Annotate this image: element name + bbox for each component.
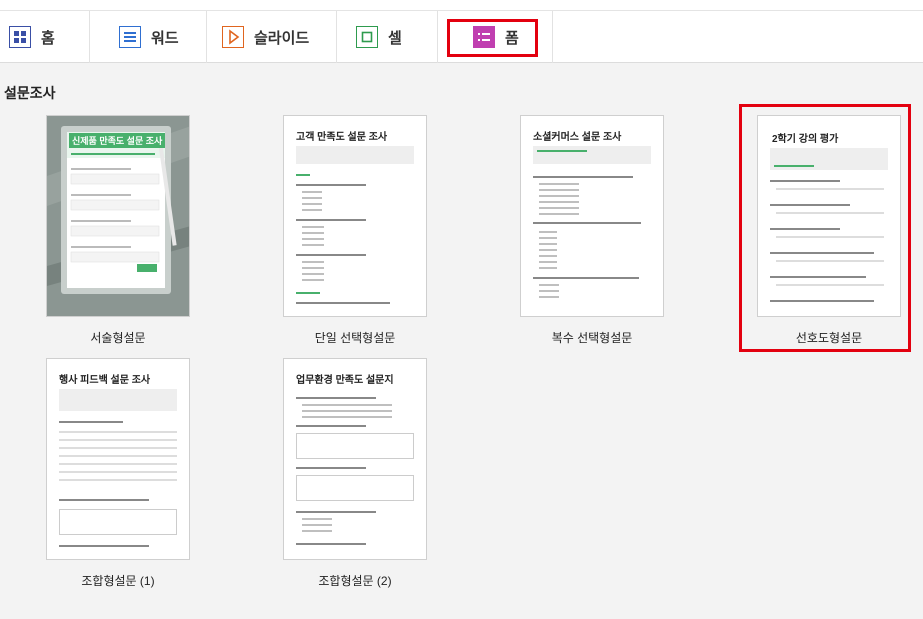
tab-word-label: 워드: [151, 29, 179, 47]
thumbnail-title: 신제품 만족도 설문 조사: [69, 133, 166, 148]
template-label: 복수 선택형설문: [551, 331, 633, 345]
thumbnail-title: 소셜커머스 설문 조사: [533, 132, 622, 143]
thumbnail-intro-box: [296, 146, 414, 164]
thumbnail-text-field: [296, 475, 414, 501]
slide-play-icon: [221, 26, 244, 49]
thumbnail-text-field: [296, 433, 414, 459]
template-thumbnail[interactable]: 신제품 만족도 설문 조사: [46, 115, 190, 317]
template-thumbnail[interactable]: 고객 만족도 설문 조사: [283, 115, 427, 317]
thumbnail-intro-box: [59, 389, 177, 411]
thumbnail-title: 행사 피드백 설문 조사: [59, 375, 151, 386]
tab-cell[interactable]: 셀: [337, 11, 438, 63]
thumbnail-title: 고객 만족도 설문 조사: [296, 132, 388, 143]
template-thumbnail[interactable]: 업무환경 만족도 설문지: [283, 358, 427, 560]
cell-square-icon: [355, 26, 378, 49]
top-strip: [0, 0, 923, 11]
template-thumbnail[interactable]: 소셜커머스 설문 조사: [520, 115, 664, 317]
selected-template-highlight: [739, 104, 911, 352]
tab-home[interactable]: 홈: [0, 11, 90, 63]
template-label: 조합형설문 (1): [81, 574, 155, 588]
thumbnail-intro-box: [533, 146, 651, 164]
tab-cell-label: 셀: [388, 29, 402, 47]
tab-word[interactable]: 워드: [90, 11, 207, 63]
thumbnail-text-field: [59, 509, 177, 535]
active-tab-highlight: [447, 19, 538, 57]
tab-home-label: 홈: [41, 29, 55, 47]
section-title: 설문조사: [4, 85, 56, 101]
tab-slide-label: 슬라이드: [254, 29, 310, 47]
thumbnail-title: 업무환경 만족도 설문지: [296, 375, 394, 386]
template-thumbnail[interactable]: 행사 피드백 설문 조사: [46, 358, 190, 560]
home-grid-icon: [8, 26, 31, 49]
template-label: 단일 선택형설문: [314, 331, 396, 345]
word-doc-icon: [118, 26, 141, 49]
template-label: 서술형설문: [90, 331, 146, 345]
app-tab-bar: 홈 워드 슬라이드 셀 폼: [0, 11, 923, 63]
template-label: 조합형설문 (2): [318, 574, 392, 588]
tab-slide[interactable]: 슬라이드: [207, 11, 337, 63]
